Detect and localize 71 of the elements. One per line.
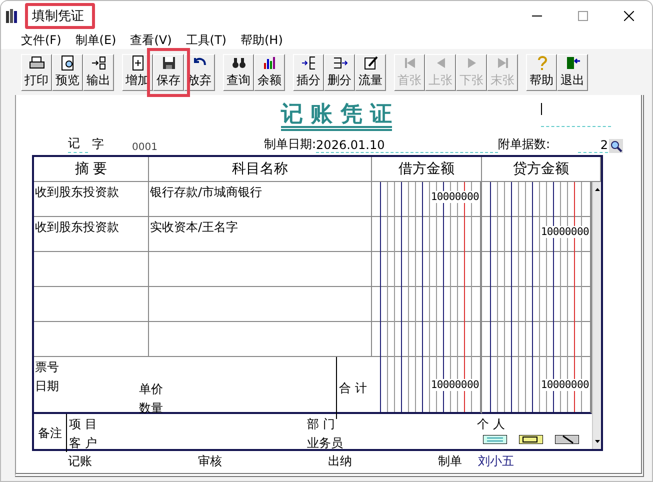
bar-chart-icon xyxy=(262,55,278,71)
menu-item[interactable]: 文件(F) xyxy=(21,32,62,48)
debit-total: 10000000 xyxy=(430,379,479,391)
department-label: 部 门 xyxy=(307,416,335,433)
card-icon[interactable] xyxy=(483,435,507,444)
wand-icon[interactable] xyxy=(555,435,579,444)
delete-split-icon xyxy=(332,55,348,71)
menu-item[interactable]: 查看(V) xyxy=(130,32,172,48)
total-label: 合 计 xyxy=(336,357,372,419)
toolbar-button[interactable]: 预览 xyxy=(52,54,83,90)
signature-label: 制单 xyxy=(437,452,463,470)
toolbar-button[interactable]: 帮助 xyxy=(526,54,557,90)
notes-label: 备注 xyxy=(34,414,67,452)
table-cell: 银行存款/市城商银行 xyxy=(149,182,372,217)
column-header: 贷方金额 xyxy=(482,157,601,182)
signature-label: 记账 xyxy=(67,452,93,470)
debit-amount: 10000000 xyxy=(430,191,479,203)
pen-note-icon xyxy=(362,55,378,71)
signature-label: 审核 xyxy=(197,452,223,470)
toolbar-button[interactable]: 查询 xyxy=(223,54,254,90)
toolbar-button[interactable]: 退出 xyxy=(557,54,588,90)
magnifier-document-icon xyxy=(60,55,76,71)
column-header: 摘 要 xyxy=(34,157,149,182)
maximize-icon xyxy=(578,11,588,21)
toolbar-button[interactable]: 输出 xyxy=(83,54,114,90)
toolbar-button[interactable]: 余额 xyxy=(254,54,285,90)
signature-label: 出纳 xyxy=(327,452,353,470)
voucher-number: 0001 xyxy=(132,142,158,153)
toolbar-button[interactable]: 插分 xyxy=(293,54,324,90)
table-cell: 收到股东投资款 xyxy=(34,217,149,252)
attachments-label: 附单据数: xyxy=(498,136,552,153)
printer-icon xyxy=(28,55,44,71)
quantity-label: 数量 xyxy=(139,400,163,417)
menu-item[interactable]: 帮助(H) xyxy=(240,32,283,48)
column-header: 科目名称 xyxy=(149,157,372,182)
customer-label: 客 户 xyxy=(69,435,97,452)
column-header: 借方金额 xyxy=(372,157,482,182)
menu-item[interactable]: 制单(E) xyxy=(75,32,116,48)
exit-door-icon xyxy=(564,55,580,71)
type-suffix: 字 xyxy=(91,136,105,153)
ticket-label: 票号 xyxy=(35,359,59,376)
insert-split-icon xyxy=(300,55,316,71)
close-icon xyxy=(624,11,634,21)
voucher-type-field[interactable]: 记 xyxy=(68,135,88,153)
arrow-list-icon xyxy=(90,55,106,71)
binoculars-icon xyxy=(230,55,246,71)
toolbar-button[interactable]: 打印 xyxy=(21,54,52,90)
person-label: 个 人 xyxy=(477,416,505,433)
date-label: 日期 xyxy=(35,378,59,395)
search-icon[interactable] xyxy=(609,139,624,153)
price-label: 单价 xyxy=(139,381,163,398)
window-title: 填制凭证 xyxy=(25,3,95,29)
new-document-icon xyxy=(130,55,146,71)
menu-item[interactable]: 工具(T) xyxy=(186,32,226,48)
credit-total: 10000000 xyxy=(540,379,589,391)
date-label: 制单日期: xyxy=(264,136,316,153)
app-icon xyxy=(5,8,19,24)
input-field[interactable] xyxy=(541,101,611,127)
salesman-label: 业务员 xyxy=(307,435,343,452)
table-cell: 实收资本/王名字 xyxy=(149,217,372,252)
toolbar-button[interactable]: 删分 xyxy=(324,54,355,90)
credit-amount: 10000000 xyxy=(540,226,589,238)
toolbar-button[interactable]: 流量 xyxy=(355,54,386,90)
scrollbar[interactable] xyxy=(592,182,601,449)
attachments-field[interactable]: 2 xyxy=(578,138,608,153)
date-field[interactable]: 2026.01.10 xyxy=(316,138,498,153)
voucher-title: 记 账 凭 证 xyxy=(281,100,392,129)
table-cell: 收到股东投资款 xyxy=(34,182,149,217)
preparer-name: 刘小五 xyxy=(478,452,514,470)
card-icon[interactable] xyxy=(519,435,543,444)
project-label: 项 目 xyxy=(69,416,97,433)
